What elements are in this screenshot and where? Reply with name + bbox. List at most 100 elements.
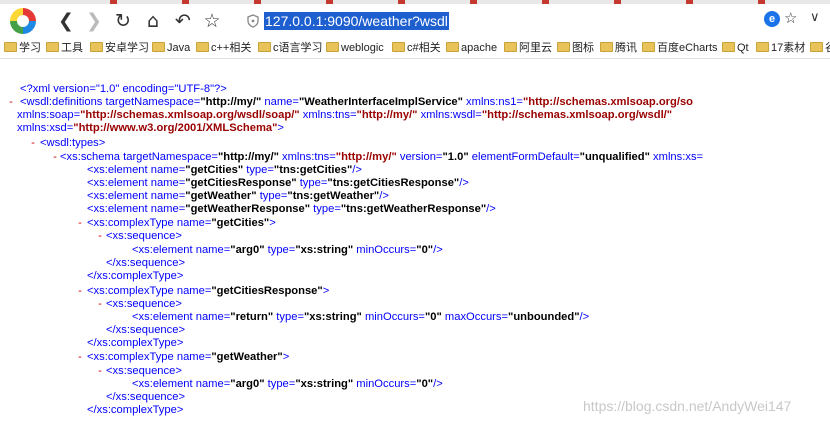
xml-token: "http://schemas.xmlsoap.org/wsdl/" (481, 109, 673, 121)
xml-line: </xs:complexType> (87, 404, 183, 417)
xml-token: "http://schemas.xmlsoap.org/wsdl/soap/" (80, 109, 300, 121)
bookmark-folder[interactable]: weblogic (326, 40, 384, 56)
xml-token: > (277, 122, 284, 134)
xml-token: type= (296, 177, 328, 189)
collapse-toggle[interactable]: - (50, 151, 60, 163)
collapse-toggle[interactable]: - (75, 351, 85, 363)
bookmark-folder[interactable]: 工具 (46, 40, 83, 56)
xml-token: "getCitiesResponse" (185, 177, 297, 189)
home-button[interactable]: ⌂ (142, 10, 164, 32)
folder-icon (756, 42, 769, 52)
collapse-toggle[interactable]: - (95, 298, 105, 310)
bookmark-folder[interactable]: Java (152, 40, 190, 56)
xml-token: > (269, 217, 276, 229)
xml-token: <xs:element name= (87, 164, 186, 176)
favorite-star-button[interactable]: ☆ (201, 10, 223, 32)
xml-token: /> (459, 177, 469, 189)
bookmark-folder[interactable]: 腾讯 (600, 40, 637, 56)
url-text[interactable]: 127.0.0.1:9090/weather?wsdl (264, 12, 449, 30)
collapse-toggle[interactable]: - (28, 137, 38, 149)
xml-token: type= (243, 164, 274, 176)
collapse-toggle[interactable]: - (75, 217, 85, 229)
xml-token: xmlns:xs= (649, 151, 704, 163)
xml-token: "getCitiesResponse" (211, 285, 323, 297)
xml-token: "xs:string" (304, 311, 362, 323)
forward-button[interactable]: ❯ (83, 10, 105, 32)
bookmark-folder[interactable]: 图标 (557, 40, 594, 56)
xml-token: "xs:string" (295, 244, 354, 256)
xml-token: type= (264, 378, 296, 390)
collapse-toggle[interactable]: - (75, 285, 85, 297)
xml-line: <xs:complexType name="getCities"> (87, 217, 276, 230)
xml-token: <wsdl:definitions targetNamespace= (20, 96, 201, 108)
xml-token: <xs:element name= (87, 177, 186, 189)
xml-token: version= (396, 151, 443, 163)
folder-icon (90, 42, 103, 52)
xml-token: <xs:element name= (132, 311, 231, 323)
folder-icon (600, 42, 613, 52)
bookmark-folder[interactable]: c++相关 (196, 40, 251, 56)
bookmark-folder[interactable]: 17素材 (756, 40, 805, 56)
xml-token: "return" (230, 311, 274, 323)
xml-line: <xs:sequence> (106, 298, 182, 311)
xml-token: /> (433, 244, 443, 256)
xml-token: minOccurs= (353, 378, 417, 390)
folder-icon (446, 42, 459, 52)
folder-icon (557, 42, 570, 52)
undo-close-tab-button[interactable]: ↶ (172, 10, 194, 32)
xml-token: type= (256, 190, 288, 202)
bookmark-folder[interactable]: apache (446, 40, 497, 56)
xml-token: </xs:complexType> (87, 337, 184, 349)
xml-line: <wsdl:definitions targetNamespace="http:… (20, 96, 693, 109)
xml-token: <xs:complexType name= (87, 351, 212, 363)
xml-token: type= (273, 311, 304, 323)
browser-logo-icon[interactable] (6, 4, 40, 38)
xml-token: > (322, 285, 330, 297)
address-bar[interactable]: 127.0.0.1:9090/weather?wsdl (234, 9, 804, 33)
chevron-down-icon[interactable]: ∨ (810, 9, 820, 25)
xml-token: type= (310, 203, 341, 215)
bookmark-folder[interactable]: Qt (722, 40, 749, 56)
bookmark-folder[interactable]: c#相关 (392, 40, 441, 56)
watermark-text: https://blog.csdn.net/AndyWei147 (583, 398, 792, 414)
xml-line: xmlns:soap="http://schemas.xmlsoap.org/w… (17, 109, 672, 122)
reload-button[interactable]: ↻ (112, 10, 134, 32)
bookmark-folder[interactable]: c语言学习 (258, 40, 323, 56)
xml-token: "arg0" (230, 244, 265, 256)
xml-token: <xs:sequence> (106, 298, 182, 310)
xml-token: "getWeather" (185, 190, 257, 202)
collapse-toggle[interactable]: - (95, 365, 105, 377)
bookmark-folder[interactable]: 百度eCharts (642, 40, 718, 56)
collapse-toggle[interactable]: - (6, 96, 16, 108)
collapse-toggle[interactable]: - (95, 230, 105, 242)
xml-token: xmlns:xsd= (17, 122, 74, 134)
browser-toolbar: ❮ ❯ ↻ ⌂ ↶ ☆ 127.0.0.1:9090/weather?wsdl … (0, 4, 830, 38)
bookmark-folder[interactable]: 阿里云 (504, 40, 552, 56)
xml-line: <xs:element name="getCitiesResponse" typ… (87, 177, 469, 190)
xml-token: "tns:getWeather" (287, 190, 380, 202)
xml-token: maxOccurs= (441, 311, 509, 323)
xml-line: </xs:sequence> (106, 324, 185, 337)
xml-line: </xs:sequence> (106, 257, 185, 270)
shield-icon[interactable] (246, 14, 260, 28)
xml-line: </xs:complexType> (87, 337, 183, 350)
xml-token: /> (579, 311, 590, 323)
back-button[interactable]: ❮ (55, 10, 77, 32)
xml-token: <?xml version="1.0" encoding="UTF-8"?> (20, 83, 227, 95)
xml-token: "http://my/" (335, 151, 397, 163)
edge-badge-icon[interactable]: e (764, 11, 780, 27)
xml-token: "0" (416, 244, 434, 256)
bookmarks-bar: 学习 工具 安卓学习 Java c++相关 c语言学习 weblogic c#相… (0, 38, 830, 58)
bookmark-folder[interactable]: 学习 (4, 40, 41, 56)
xml-token: </xs:complexType> (87, 270, 184, 282)
bookmark-star-icon[interactable]: ☆ (784, 9, 797, 27)
xml-token: "unqualified" (579, 151, 650, 163)
bookmark-folder[interactable]: 安卓学习 (90, 40, 149, 56)
xml-token: "unbounded" (508, 311, 580, 323)
bookmark-folder[interactable]: 谷 (810, 40, 830, 56)
folder-icon (4, 42, 17, 52)
xml-token: "getCities" (185, 164, 244, 176)
xml-token: > (282, 351, 290, 363)
xml-token: minOccurs= (353, 244, 417, 256)
xml-token: name= (261, 96, 299, 108)
